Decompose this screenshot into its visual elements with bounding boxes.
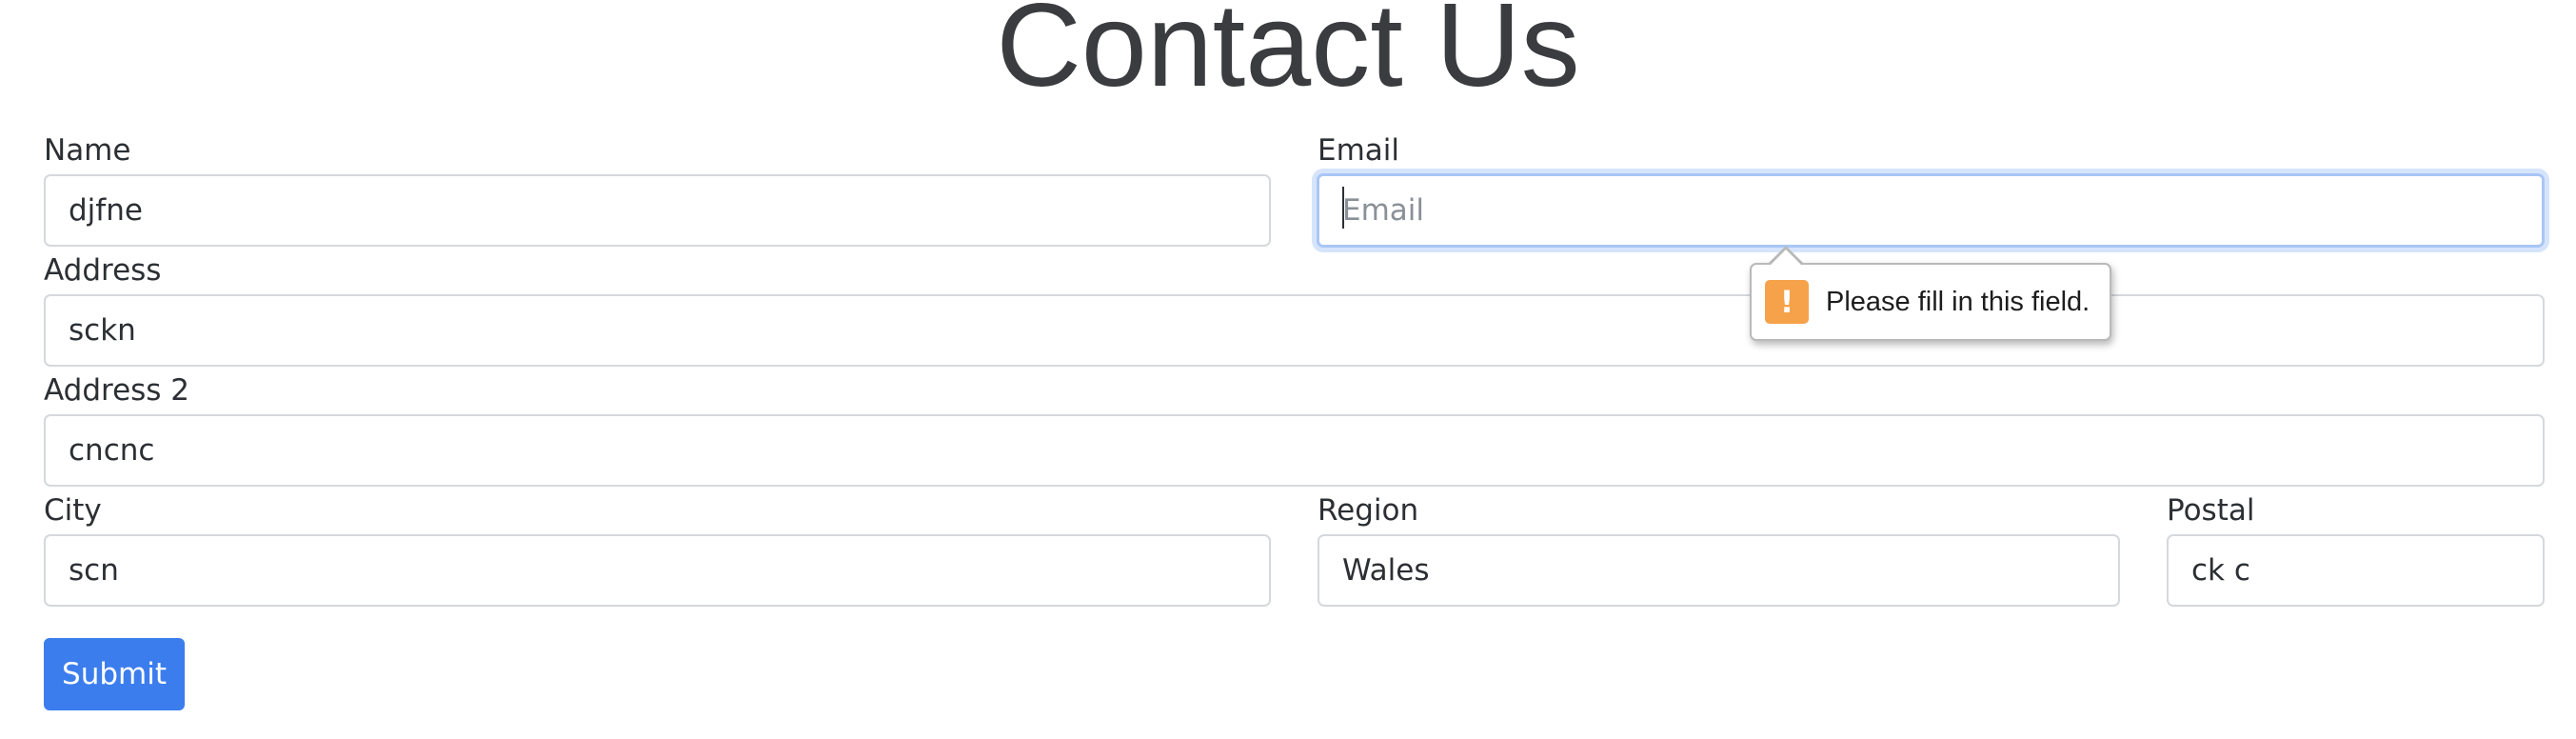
page-title: Contact Us xyxy=(996,0,1580,111)
validation-tooltip: ! Please fill in this field. xyxy=(1750,263,2111,341)
email-label: Email xyxy=(1318,133,1400,168)
name-label: Name xyxy=(44,133,131,168)
submit-button[interactable]: Submit xyxy=(44,638,185,710)
text-caret xyxy=(1342,187,1344,229)
email-input[interactable] xyxy=(1317,173,2545,248)
address2-label: Address 2 xyxy=(44,373,190,408)
tooltip-arrow-fill xyxy=(1770,250,1802,266)
city-label: City xyxy=(44,493,102,528)
warning-icon: ! xyxy=(1765,280,1809,324)
region-label: Region xyxy=(1318,493,1419,528)
validation-message: Please fill in this field. xyxy=(1826,286,2091,317)
city-input[interactable] xyxy=(44,534,1271,607)
name-input[interactable] xyxy=(44,174,1271,247)
address-label: Address xyxy=(44,253,162,288)
postal-label: Postal xyxy=(2167,493,2255,528)
address2-input[interactable] xyxy=(44,414,2545,487)
region-input[interactable] xyxy=(1318,534,2120,607)
address-input[interactable] xyxy=(44,294,2545,367)
postal-input[interactable] xyxy=(2167,534,2545,607)
